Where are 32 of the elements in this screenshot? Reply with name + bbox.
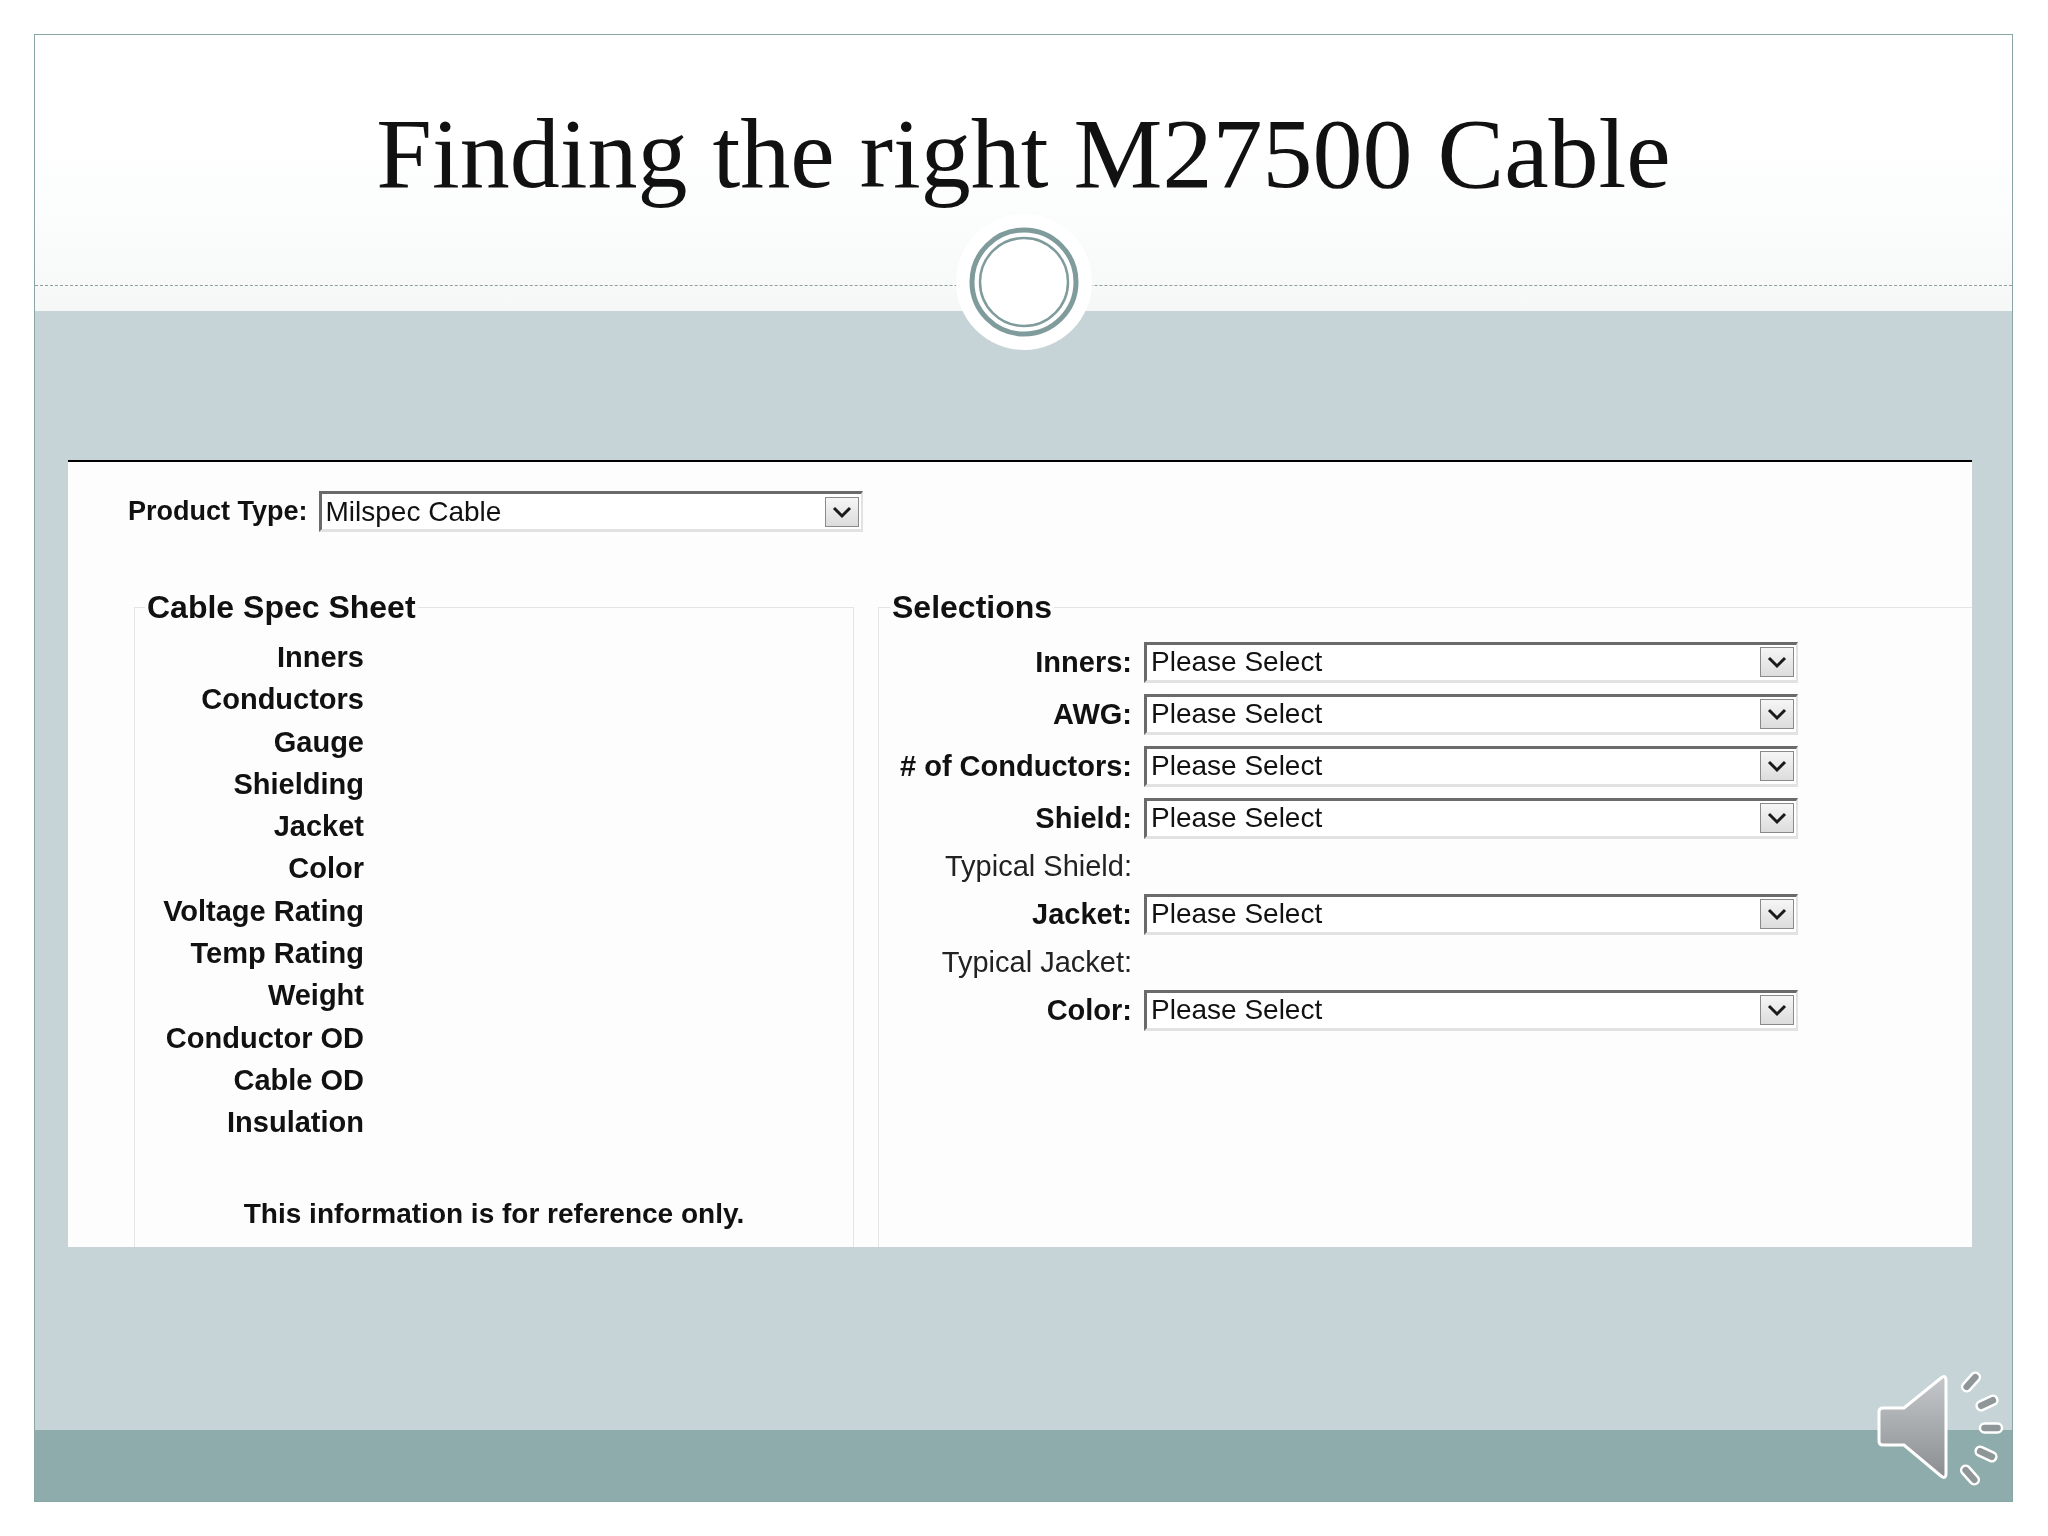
selection-label: Inners: xyxy=(1035,644,1132,680)
selection-label: # of Conductors: xyxy=(900,748,1132,784)
selection-dropdown[interactable]: Please Select xyxy=(1144,893,1798,935)
selection-label: AWG: xyxy=(1053,696,1132,732)
product-type-dropdown[interactable]: Milspec Cable xyxy=(318,491,863,532)
selection-label: Jacket: xyxy=(1032,896,1132,932)
spec-sheet-legend: Cable Spec Sheet xyxy=(145,587,418,627)
spec-field-label: Weight xyxy=(267,978,364,1014)
selection-dropdown[interactable]: Please Select xyxy=(1144,989,1798,1031)
spec-field-label: Shielding xyxy=(233,766,364,802)
selection-dropdown[interactable]: Please Select xyxy=(1144,641,1798,683)
selection-label: Color: xyxy=(1046,992,1132,1028)
slide-title: Finding the right M27500 Cable xyxy=(376,97,1671,211)
spec-field-label: Insulation xyxy=(227,1105,364,1141)
spec-field-label: Gauge xyxy=(273,724,364,760)
selection-dropdown[interactable]: Please Select xyxy=(1144,745,1798,787)
spec-field-label: Voltage Rating xyxy=(163,893,364,929)
spec-field-label: Conductor OD xyxy=(165,1020,364,1056)
spec-field-label: Conductors xyxy=(201,682,364,718)
reference-note: This information is for reference only. xyxy=(243,1196,745,1231)
spec-field-label: Cable OD xyxy=(233,1062,364,1098)
selection-dropdown[interactable]: Please Select xyxy=(1144,693,1798,735)
info-label: Typical Shield: xyxy=(945,848,1132,884)
info-label: Typical Jacket: xyxy=(941,944,1132,980)
spec-field-label: Jacket xyxy=(273,809,364,845)
spec-field-label: Color xyxy=(288,851,364,887)
selection-label: Shield: xyxy=(1035,800,1132,836)
spec-field-label: Inners xyxy=(276,640,364,675)
selection-dropdown[interactable]: Please Select xyxy=(1144,797,1798,839)
selections-legend: Selections xyxy=(890,587,1055,627)
spec-field-label: Temp Rating xyxy=(190,936,364,972)
product-type-label: Product Type: xyxy=(128,496,308,527)
